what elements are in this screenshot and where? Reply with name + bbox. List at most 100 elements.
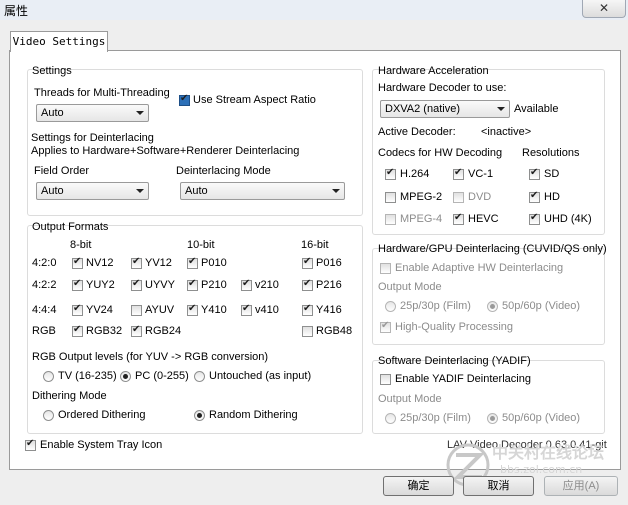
format-label: v210: [255, 279, 279, 291]
threads-label: Threads for Multi-Threading: [34, 87, 170, 99]
rgb-level-label: PC (0-255): [135, 370, 189, 382]
codec-checkbox-dvd[interactable]: [453, 192, 464, 203]
hw-mode-video-radio[interactable]: [487, 301, 498, 312]
format-label: v410: [255, 304, 279, 316]
dither-ordered-radio[interactable]: [43, 410, 54, 421]
format-checkbox-y410[interactable]: [187, 303, 198, 316]
codec-label: VC-1: [468, 168, 494, 180]
hw-deint-legend: Hardware/GPU Deinterlacing (CUVID/QS onl…: [378, 243, 607, 255]
field-order-select[interactable]: Auto: [36, 182, 149, 200]
format-checkbox-rgb24[interactable]: [131, 324, 142, 337]
dither-label: Dithering Mode: [32, 390, 107, 402]
deint-mode-select[interactable]: Auto: [180, 182, 345, 200]
system-tray-checkbox[interactable]: [25, 438, 36, 451]
format-checkbox-yuy2[interactable]: [72, 278, 83, 291]
resolution-label: SD: [544, 168, 560, 180]
ok-button[interactable]: 确定: [383, 476, 454, 496]
row-label-420: 4:2:0: [32, 257, 57, 269]
format-checkbox-p010[interactable]: [187, 256, 198, 269]
chevron-down-icon: [136, 189, 144, 193]
tab-video-settings[interactable]: Video Settings: [10, 31, 108, 52]
aspect-ratio-checkbox[interactable]: [179, 93, 190, 106]
format-checkbox-rgb32[interactable]: [72, 324, 83, 337]
row-label-422: 4:2:2: [32, 279, 57, 291]
row-label-rgb: RGB: [32, 325, 56, 337]
rgb-level-pc-radio[interactable]: [120, 371, 131, 382]
format-checkbox-nv12[interactable]: [72, 256, 83, 269]
rgb-level-label: Untouched (as input): [209, 370, 312, 382]
format-checkbox-p210[interactable]: [187, 278, 198, 291]
codec-checkbox-h264[interactable]: [385, 167, 396, 180]
codec-checkbox-mpeg4[interactable]: [385, 214, 396, 225]
format-checkbox-ayuv[interactable]: [131, 305, 142, 316]
format-label: P010: [201, 257, 227, 269]
format-checkbox-yv12[interactable]: [131, 256, 142, 269]
format-checkbox-p016[interactable]: [302, 256, 313, 269]
format-checkbox-p216[interactable]: [302, 278, 313, 291]
hw-decoder-label: Hardware Decoder to use:: [378, 82, 507, 94]
hw-mode-film-label: 25p/30p (Film): [400, 300, 471, 312]
hw-output-mode-label: Output Mode: [378, 281, 442, 293]
format-checkbox-v210[interactable]: [241, 278, 252, 291]
yadif-checkbox[interactable]: [380, 374, 391, 385]
threads-select-value: Auto: [41, 107, 64, 119]
close-button[interactable]: ✕: [582, 0, 626, 18]
dither-option-label: Ordered Dithering: [58, 409, 146, 421]
format-label: RGB24: [145, 325, 182, 337]
deint-mode-label: Deinterlacing Mode: [176, 165, 271, 177]
chevron-down-icon: [332, 189, 340, 193]
col-10bit: 10-bit: [187, 239, 215, 251]
rgb-levels-label: RGB Output levels (for YUV -> RGB conver…: [32, 351, 269, 363]
title-bar: 属性 ✕: [0, 0, 628, 20]
format-checkbox-yv24[interactable]: [72, 303, 83, 316]
format-label: YV12: [145, 257, 172, 269]
resolution-label: UHD (4K): [544, 213, 592, 225]
sw-mode-film-radio[interactable]: [385, 413, 396, 424]
codec-label: HEVC: [468, 213, 499, 225]
deint-mode-value: Auto: [185, 185, 208, 197]
col-8bit: 8-bit: [70, 239, 92, 251]
format-label: YUY2: [86, 279, 115, 291]
output-formats-legend: Output Formats: [32, 221, 109, 233]
rgb-level-untouched-radio[interactable]: [194, 371, 205, 382]
dither-random-radio[interactable]: [194, 410, 205, 421]
watermark-url: bbs.zol.com.cn: [500, 463, 582, 476]
hq-processing-checkbox[interactable]: [380, 320, 391, 333]
threads-select[interactable]: Auto: [36, 104, 149, 122]
sw-mode-video-radio[interactable]: [487, 413, 498, 424]
format-checkbox-y416[interactable]: [302, 303, 313, 316]
resolution-checkbox-uhd[interactable]: [529, 212, 540, 225]
format-checkbox-uyvy[interactable]: [131, 278, 142, 291]
format-checkbox-v410[interactable]: [241, 303, 252, 316]
resolution-checkbox-hd[interactable]: [529, 190, 540, 203]
chevron-down-icon: [136, 111, 144, 115]
codec-checkbox-mpeg2[interactable]: [385, 192, 396, 203]
rgb-level-tv-radio[interactable]: [43, 371, 54, 382]
deint-heading-2: Applies to Hardware+Software+Renderer De…: [31, 145, 300, 157]
hw-decoder-select[interactable]: DXVA2 (native): [380, 100, 510, 118]
sw-output-mode-label: Output Mode: [378, 393, 442, 405]
hw-accel-legend: Hardware Acceleration: [378, 65, 489, 77]
resolution-checkbox-sd[interactable]: [529, 167, 540, 180]
properties-dialog: 属性 ✕ Video Settings Settings Threads for…: [0, 0, 628, 505]
hw-mode-film-radio[interactable]: [385, 301, 396, 312]
codec-checkbox-vc1[interactable]: [453, 167, 464, 180]
active-decoder-value: <inactive>: [481, 126, 532, 138]
format-label: AYUV: [145, 304, 175, 316]
resolution-label: HD: [544, 191, 560, 203]
format-checkbox-rgb48[interactable]: [302, 326, 313, 337]
system-tray-label: Enable System Tray Icon: [40, 439, 163, 451]
format-label: P016: [316, 257, 342, 269]
dither-option-label: Random Dithering: [209, 409, 298, 421]
col-16bit: 16-bit: [301, 239, 329, 251]
format-label: Y416: [316, 304, 342, 316]
resolutions-label: Resolutions: [522, 147, 580, 159]
window-title: 属性: [4, 4, 29, 18]
codec-label: MPEG-4: [400, 213, 443, 225]
codec-checkbox-hevc[interactable]: [453, 212, 464, 225]
apply-button[interactable]: 应用(A): [544, 476, 618, 496]
cancel-button[interactable]: 取消: [463, 476, 534, 496]
adaptive-hw-deint-checkbox[interactable]: [380, 263, 391, 274]
deint-heading-1: Settings for Deinterlacing: [31, 132, 154, 144]
sw-mode-video-label: 50p/60p (Video): [502, 412, 581, 424]
